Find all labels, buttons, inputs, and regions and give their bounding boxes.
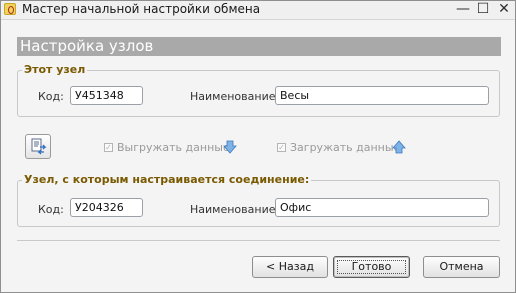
import-data-checkbox[interactable]: ✓	[277, 143, 286, 152]
import-data-label: Загружать данные	[290, 141, 401, 154]
back-button[interactable]: < Назад	[252, 256, 328, 278]
this-node-legend: Этот узел	[22, 63, 88, 76]
maximize-button[interactable]: ☐	[474, 1, 492, 19]
page-banner: Настройка узлов	[17, 37, 501, 56]
arrow-up-icon	[392, 140, 406, 154]
this-node-code-field[interactable]: У451348	[70, 86, 143, 105]
cancel-button[interactable]: Отмена	[423, 256, 500, 278]
peer-node-code-label: Код:	[38, 203, 64, 216]
exchange-settings-button[interactable]	[25, 134, 51, 159]
close-button[interactable]: ✕	[495, 1, 513, 19]
this-node-name-label: Наименование:	[190, 90, 280, 103]
peer-node-name-label: Наименование:	[190, 203, 280, 216]
footer-divider	[17, 240, 500, 241]
minimize-button[interactable]: —	[454, 1, 472, 19]
peer-node-legend: Узел, с которым настраивается соединение…	[22, 173, 312, 186]
this-node-name-field[interactable]: Весы	[275, 86, 489, 105]
title-bar: Мастер начальной настройки обмена — ☐ ✕	[1, 1, 515, 20]
peer-node-name-field[interactable]: Офис	[275, 198, 489, 217]
done-button[interactable]: Готово	[333, 256, 410, 278]
this-node-code-label: Код:	[38, 90, 64, 103]
peer-node-code-field[interactable]: У204326	[70, 198, 143, 217]
export-data-label: Выгружать данные	[117, 141, 230, 154]
focus-ring	[337, 260, 406, 274]
arrow-down-icon	[223, 140, 237, 154]
page-title: Настройка узлов	[20, 37, 154, 55]
export-data-checkbox[interactable]: ✓	[104, 143, 113, 152]
app-icon	[4, 3, 16, 15]
wizard-window: Мастер начальной настройки обмена — ☐ ✕ …	[0, 0, 516, 293]
window-title: Мастер начальной настройки обмена	[22, 2, 261, 16]
exchange-settings-icon	[31, 138, 47, 155]
